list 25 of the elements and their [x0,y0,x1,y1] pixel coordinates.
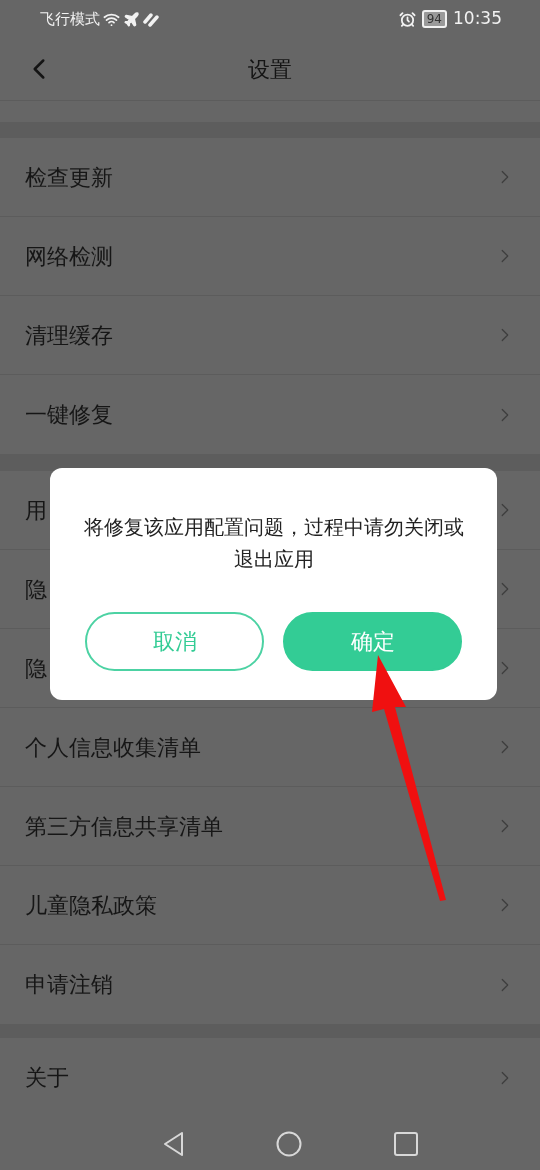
slash-icon [143,11,160,27]
settings-item-label[interactable]: 个人信息收集清单 [25,730,201,764]
settings-item-label[interactable]: 隐 [25,572,47,606]
settings-item-label[interactable]: 检查更新 [25,160,113,194]
confirm-button[interactable]: 确定 [283,612,462,671]
settings-item-label[interactable]: 网络检测 [25,239,113,273]
airplane-mode-label: 飞行模式 [40,8,100,30]
nav-home-icon[interactable] [276,1130,302,1157]
alarm-icon [398,10,416,28]
settings-item-label[interactable]: 申请注销 [25,968,113,1001]
page-title: 设置 [248,55,292,84]
battery-icon: 94 [421,10,447,28]
nav-back-icon[interactable] [162,1130,184,1157]
settings-item-label[interactable]: 第三方信息共享清单 [25,809,223,843]
settings-item-label[interactable]: 一键修复 [25,398,113,431]
settings-item-label[interactable]: 隐 [25,651,47,685]
nav-recents-icon[interactable] [394,1131,418,1156]
settings-item-label[interactable]: 关于 [25,1061,69,1094]
settings-item-label[interactable]: 用 [25,493,47,527]
cancel-button[interactable]: 取消 [85,612,264,671]
dialog-message: 将修复该应用配置问题，过程中请勿关闭或退出应用 [82,514,465,573]
clock-time: 10:35 [453,7,502,31]
settings-item-label[interactable]: 儿童隐私政策 [25,888,157,922]
airplane-icon [123,10,140,28]
settings-item-label[interactable]: 清理缓存 [25,318,113,352]
